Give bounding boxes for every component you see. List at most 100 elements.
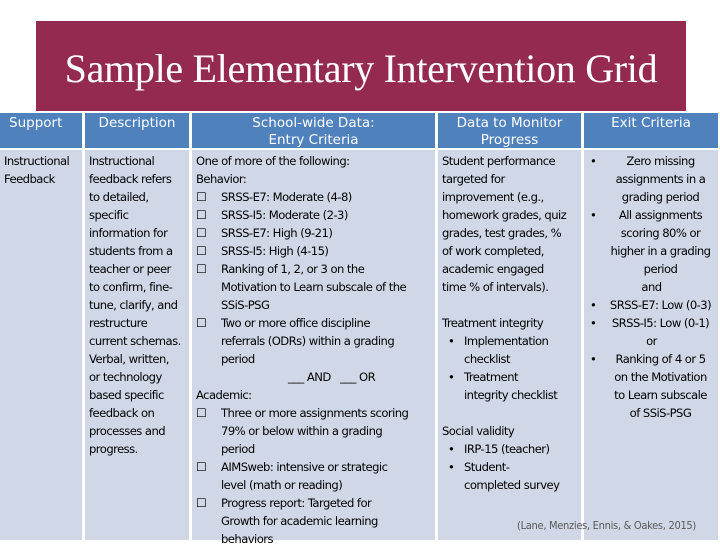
bullet-icon: • xyxy=(448,334,455,348)
behavior-criterion-text: SRSS-E7: Moderate (4-8) xyxy=(221,188,432,206)
academic-criterion-text: Three or more assignments scoring 79% or … xyxy=(221,404,432,458)
integrity-item-text: Implementation checklist xyxy=(464,332,578,368)
description-text-line: progress. xyxy=(89,442,138,456)
treatment-integrity-label: Treatment integrity xyxy=(442,316,544,330)
description-text-line: specific xyxy=(89,208,129,222)
text-line: Growth for academic learning xyxy=(221,514,378,528)
title-banner: Sample Elementary Intervention Grid xyxy=(36,21,686,111)
performance-text-line: time % of intervals). xyxy=(442,280,549,294)
checkbox-icon: ☐ xyxy=(196,190,207,204)
checkbox-icon: ☐ xyxy=(196,262,207,276)
description-text-line: teacher or peer xyxy=(89,262,171,276)
citation: (Lane, Menzies, Ennis, & Oakes, 2015) xyxy=(517,519,696,532)
text-line: Student- xyxy=(464,460,510,474)
exit-criterion-text: All assignments scoring 80% or higher in a… xyxy=(606,206,715,278)
text-line: All assignments xyxy=(618,208,703,222)
description-text-line: Instructional xyxy=(89,154,155,168)
text-line: SRSS-E7: Low (0-3) xyxy=(609,298,712,312)
header-exit-criteria: Exit Criteria xyxy=(584,113,718,148)
header-entry-line-2: Entry Criteria xyxy=(268,132,359,148)
checkbox-icon: ☐ xyxy=(196,208,207,222)
bullet-icon: • xyxy=(448,370,455,384)
behavior-criterion: ☐ SRSS-E7: Moderate (4-8) xyxy=(196,188,432,206)
description-text-line: tune, clarify, and xyxy=(89,298,178,312)
text-line: of SSiS-PSG xyxy=(629,406,692,420)
column-exit-criteria: Exit Criteria • Zero missing assignments i… xyxy=(584,113,718,540)
text-line: period xyxy=(221,352,255,366)
performance-text-line: Student performance xyxy=(442,154,556,168)
text-line: scoring 80% or xyxy=(620,226,701,240)
bullet-icon: • xyxy=(448,442,455,456)
validity-item-text: Student-completed survey xyxy=(464,458,578,494)
performance-text-line: targeted for xyxy=(442,172,505,186)
validity-item: • Student-completed survey xyxy=(442,458,578,494)
behavior-criterion: ☐ SRSS-E7: High (9-21) xyxy=(196,224,432,242)
performance-text-line: of work completed, xyxy=(442,244,544,258)
exit-criterion-text: SRSS-E7: Low (0-3) xyxy=(606,296,715,314)
text-line: level (math or reading) xyxy=(221,478,343,492)
text-line: SSiS-PSG xyxy=(221,298,270,312)
text-line: to Learn subscale xyxy=(614,388,707,402)
text-line: Zero missing xyxy=(626,154,695,168)
behavior-criterion-text: SRSS-I5: High (4-15) xyxy=(221,242,432,260)
text-line: SRSS-I5: High (4-15) xyxy=(221,244,329,258)
text-line: on the Motivation xyxy=(614,370,707,384)
cell-entry-criteria: One of more of the following: Behavior: ☐ S… xyxy=(192,150,435,546)
behavior-criterion: ☐ Two or more office discipline referrals … xyxy=(196,314,432,368)
performance-text-line: grades, test grades, % xyxy=(442,226,562,240)
bullet-icon: • xyxy=(590,316,597,330)
checkbox-icon: ☐ xyxy=(196,226,207,240)
description-text-line: to confirm, fine- xyxy=(89,280,173,294)
text-line: period xyxy=(221,442,255,456)
behavior-criterion: ☐ SRSS-I5: High (4-15) xyxy=(196,242,432,260)
column-description: Description Instructional feedback refers… xyxy=(85,113,189,540)
exit-criterion: • All assignments scoring 80% or higher in … xyxy=(588,206,715,278)
text-line: integrity checklist xyxy=(464,388,558,402)
description-text-line: or technology xyxy=(89,370,162,384)
header-monitor-line-2: Progress xyxy=(480,132,539,148)
performance-text-line: improvement (e.g., xyxy=(442,190,544,204)
text-line: SRSS-E7: Moderate (4-8) xyxy=(221,190,352,204)
checkbox-icon: ☐ xyxy=(196,316,207,330)
exit-criterion-text: Ranking of 4 or 5 on the Motivation to Lea… xyxy=(606,350,715,422)
header-entry-line-1: School-wide Data: xyxy=(252,115,375,131)
bullet-icon: • xyxy=(590,298,597,312)
header-support: Support xyxy=(0,113,82,148)
exit-criterion-text: SRSS-I5: Low (0-1) xyxy=(606,314,715,332)
academic-label: Academic: xyxy=(196,388,252,402)
behavior-criterion: ☐ SRSS-I5: Moderate (2-3) xyxy=(196,206,432,224)
bullet-icon: • xyxy=(590,154,597,168)
exit-criterion-text: Zero missing assignments in a grading peri… xyxy=(606,152,715,206)
academic-criterion: ☐ AIMSweb: intensive or strategic level (m… xyxy=(196,458,432,494)
behavior-criterion-text: SRSS-I5: Moderate (2-3) xyxy=(221,206,432,224)
academic-criterion: ☐ Three or more assignments scoring 79% or… xyxy=(196,404,432,458)
text-line: 79% or below within a grading xyxy=(221,424,383,438)
text-line: higher in a grading xyxy=(610,244,712,258)
integrity-item: • Implementation checklist xyxy=(442,332,578,368)
text-line: AIMSweb: intensive or strategic xyxy=(221,460,388,474)
exit-criterion: • Ranking of 4 or 5 on the Motivation to Le… xyxy=(588,350,715,422)
intervention-grid-table: Support Instructional Feedback Descriptio… xyxy=(0,113,718,546)
text-line: Two or more office discipline xyxy=(221,316,370,330)
page-title: Sample Elementary Intervention Grid xyxy=(64,45,658,91)
cell-support: Instructional Feedback xyxy=(0,150,82,540)
text-line: checklist xyxy=(464,352,511,366)
description-text-line: current schemas. xyxy=(89,334,181,348)
description-text-line: based specific xyxy=(89,388,164,402)
behavior-label: Behavior: xyxy=(196,172,247,186)
header-description: Description xyxy=(85,113,189,148)
entry-intro: One of more of the following: xyxy=(196,154,350,168)
text-line: SRSS-I5: Low (0-1) xyxy=(611,316,710,330)
text-line: period xyxy=(643,262,678,276)
description-text-line: processes and xyxy=(89,424,166,438)
text-line: Progress report: Targeted for xyxy=(221,496,372,510)
text-line: Motivation to Learn subscale of the xyxy=(221,280,407,294)
and-connector: and xyxy=(641,280,662,294)
checkbox-icon: ☐ xyxy=(196,406,207,420)
description-text-line: feedback on xyxy=(89,406,155,420)
description-text-line: feedback refers xyxy=(89,172,172,186)
behavior-criterion-text: Ranking of 1, 2, or 3 on the Motivation t… xyxy=(221,260,432,314)
description-text-line: Verbal, written, xyxy=(89,352,169,366)
